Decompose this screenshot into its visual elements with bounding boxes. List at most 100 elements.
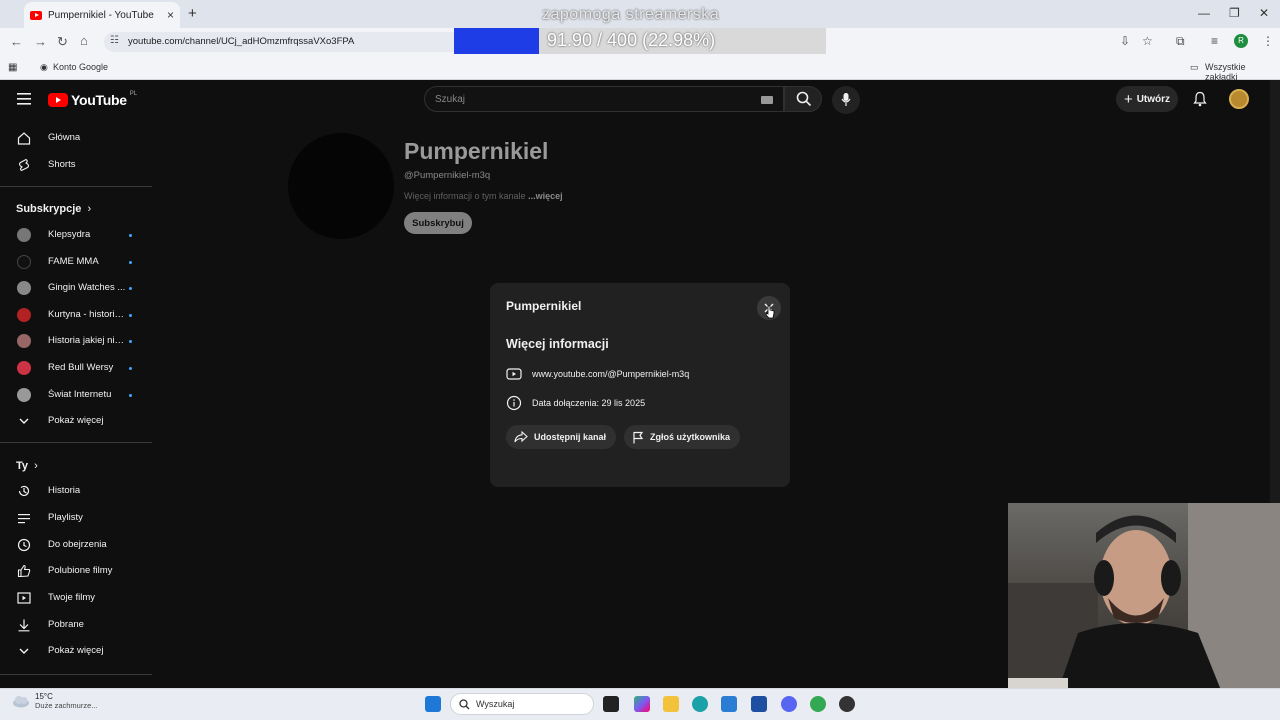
channel-avatar: [17, 281, 31, 295]
notifications-bell-icon[interactable]: [1192, 91, 1208, 107]
sidebar-show-more[interactable]: Pokaż więcej: [0, 638, 152, 664]
report-user-button[interactable]: Zgłoś użytkownika: [624, 425, 741, 449]
sidebar-item-watch-later[interactable]: Do obejrzenia: [0, 532, 152, 558]
user-avatar[interactable]: [1229, 89, 1249, 109]
profile-avatar[interactable]: R: [1234, 34, 1248, 48]
sidebar-item-label: Red Bull Wersy: [48, 362, 114, 373]
sidebar-item-label: Playlisty: [48, 512, 83, 523]
share-channel-label: Udostępnij kanał: [534, 432, 607, 442]
close-window-button[interactable]: ✕: [1259, 6, 1269, 20]
bookmark-google-account[interactable]: Konto Google: [53, 62, 108, 72]
sidebar-item-label: Shorts: [48, 159, 76, 170]
extensions-icon[interactable]: ⧉: [1176, 34, 1185, 49]
shorts-icon: [18, 158, 30, 172]
back-icon[interactable]: ←: [10, 35, 23, 48]
youtube-play-icon: [48, 93, 68, 107]
youtube-favicon-icon: [30, 10, 42, 20]
channel-description[interactable]: Więcej informacji o tym kanale ...więcej: [404, 191, 563, 201]
sidebar-show-more[interactable]: Pokaż więcej: [0, 408, 152, 434]
sidebar-item-subscription[interactable]: FAME MMA: [0, 249, 152, 275]
sidebar-item-liked[interactable]: Polubione filmy: [0, 558, 152, 584]
sidebar-item-your-videos[interactable]: Twoje filmy: [0, 585, 152, 611]
sidebar-item-label: Kurtyna - historie...: [48, 309, 126, 320]
you-header[interactable]: Ty ›: [16, 460, 38, 472]
channel-handle: @Pumpernikiel-m3q: [404, 170, 491, 181]
youtube-link-icon: [506, 368, 522, 380]
about-dialog: [490, 283, 790, 487]
bookmark-star-icon[interactable]: ☆: [1142, 34, 1153, 48]
folder-icon: ▭: [1190, 62, 1199, 72]
create-button[interactable]: + Utwórz: [1116, 86, 1178, 112]
sidebar-item-subscription[interactable]: Świat Internetu: [0, 382, 152, 408]
sidebar-item-subscription[interactable]: Red Bull Wersy: [0, 355, 152, 381]
weather-widget[interactable]: 15°C Duże zachmurze...: [12, 692, 98, 710]
search-input[interactable]: Szukaj: [424, 86, 784, 112]
site-info-icon[interactable]: ☷: [110, 36, 119, 46]
file-explorer-icon[interactable]: [663, 696, 679, 712]
copilot-icon[interactable]: [634, 696, 650, 712]
task-view-icon[interactable]: [603, 696, 619, 712]
share-icon: [514, 431, 528, 443]
sidebar-item-label: Klepsydra: [48, 229, 91, 240]
obs-icon[interactable]: [839, 696, 855, 712]
reload-icon[interactable]: ↻: [57, 35, 68, 48]
all-bookmarks[interactable]: Wszystkie zakładki: [1205, 62, 1280, 82]
mail-icon[interactable]: [721, 696, 737, 712]
keyboard-icon[interactable]: [761, 96, 773, 104]
sidebar-item-history[interactable]: Historia: [0, 478, 152, 504]
microphone-icon: [841, 93, 851, 106]
share-channel-button[interactable]: Udostępnij kanał: [506, 425, 617, 449]
sidebar-item-home[interactable]: Główna: [0, 125, 152, 151]
new-tab-button[interactable]: +: [188, 5, 197, 22]
url-text[interactable]: youtube.com/channel/UCj_adHOmzmfrqssaVXo…: [128, 36, 354, 47]
sidebar-item-subscription[interactable]: Historia jakiej nie...: [0, 328, 152, 354]
media-icon[interactable]: ≡: [1211, 34, 1218, 48]
taskbar-search[interactable]: Wyszukaj: [450, 693, 594, 715]
subscribe-button[interactable]: Subskrybuj: [404, 212, 472, 234]
sidebar-item-shorts[interactable]: Shorts: [0, 152, 152, 178]
taskbar-search-placeholder: Wyszukaj: [476, 699, 515, 709]
forward-icon[interactable]: →: [34, 35, 47, 48]
search-button[interactable]: [784, 86, 822, 112]
sidebar-item-label: Świat Internetu: [48, 389, 112, 400]
channel-avatar-large: [288, 133, 394, 239]
sidebar-item-subscription[interactable]: Gingin Watches ...: [0, 275, 152, 301]
youtube-logo[interactable]: YouTube PL: [48, 91, 137, 108]
minimize-button[interactable]: —: [1198, 6, 1210, 20]
page-scrollbar[interactable]: [1270, 80, 1280, 503]
apps-grid-icon[interactable]: ▦: [8, 62, 17, 73]
youtube-wordmark: YouTube: [71, 92, 127, 108]
maximize-button[interactable]: ❐: [1229, 6, 1240, 20]
sidebar-item-downloads[interactable]: Pobrane: [0, 612, 152, 638]
store-icon[interactable]: [751, 696, 767, 712]
dialog-title: Pumpernikiel: [506, 299, 582, 313]
sidebar-item-label: Pokaż więcej: [48, 645, 104, 656]
edge-browser-icon[interactable]: [692, 696, 708, 712]
start-menu-icon[interactable]: [425, 696, 441, 712]
channel-url-row[interactable]: www.youtube.com/@Pumpernikiel-m3q: [506, 367, 689, 381]
sidebar-item-subscription[interactable]: Klepsydra: [0, 222, 152, 248]
more-link[interactable]: ...więcej: [528, 191, 563, 201]
clock-icon: [17, 538, 31, 552]
plus-icon: +: [1123, 90, 1133, 108]
subscriptions-header-label: Subskrypcje: [16, 203, 82, 215]
hamburger-menu-icon[interactable]: [17, 93, 31, 105]
browser-tab[interactable]: Pumpernikiel - YouTube ×: [24, 2, 180, 28]
chrome-icon[interactable]: [810, 696, 826, 712]
channel-url[interactable]: www.youtube.com/@Pumpernikiel-m3q: [532, 369, 689, 379]
install-app-icon[interactable]: ⇩: [1120, 34, 1130, 48]
channel-avatar: [17, 388, 31, 402]
sidebar-item-playlists[interactable]: Playlisty: [0, 505, 152, 531]
tab-close-button[interactable]: ×: [167, 9, 174, 21]
chevron-right-icon: ›: [31, 460, 38, 472]
discord-icon[interactable]: [781, 696, 797, 712]
cloud-icon: [13, 696, 29, 708]
search-icon: [796, 91, 812, 107]
sidebar-item-label: Gingin Watches ...: [48, 282, 126, 293]
home-browser-icon[interactable]: ⌂: [80, 34, 88, 47]
sidebar-item-subscription[interactable]: Kurtyna - historie...: [0, 302, 152, 328]
subscriptions-header[interactable]: Subskrypcje ›: [16, 203, 91, 215]
sidebar-divider: [0, 674, 152, 675]
voice-search-button[interactable]: [832, 86, 860, 114]
browser-menu-icon[interactable]: ⋮: [1262, 34, 1274, 48]
